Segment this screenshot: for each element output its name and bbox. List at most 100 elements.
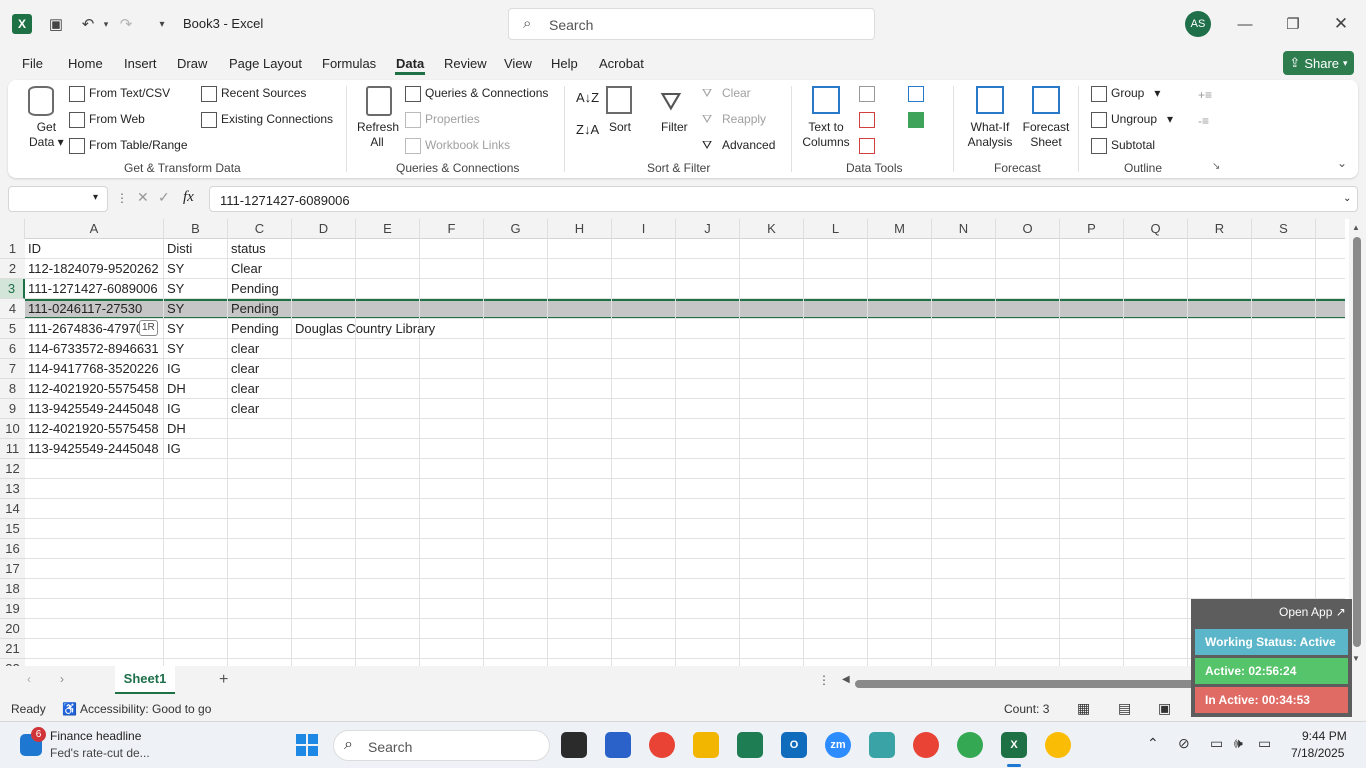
tab-page-layout[interactable]: Page Layout: [229, 56, 302, 71]
remove-duplicates-icon[interactable]: [859, 112, 875, 128]
row-header[interactable]: 2: [0, 259, 25, 279]
column-header[interactable]: S: [1252, 219, 1316, 239]
what-if-analysis-button[interactable]: What-If Analysis: [960, 120, 1020, 150]
news-subtitle[interactable]: Fed's rate-cut de...: [50, 746, 150, 760]
table-cell[interactable]: clear: [228, 399, 292, 419]
forecast-sheet-button[interactable]: Forecast Sheet: [1022, 120, 1070, 150]
row-header[interactable]: 17: [0, 559, 25, 579]
queries-connections-button[interactable]: Queries & Connections: [405, 86, 548, 102]
recent-sources-button[interactable]: Recent Sources: [201, 86, 306, 102]
enter-icon[interactable]: ✓: [158, 189, 170, 206]
row-header[interactable]: 5: [0, 319, 25, 339]
table-cell[interactable]: IG: [164, 359, 228, 379]
column-header[interactable]: M: [868, 219, 932, 239]
existing-connections-button[interactable]: Existing Connections: [201, 112, 333, 128]
row-header[interactable]: 19: [0, 599, 25, 619]
chrome-profile-icon[interactable]: [913, 732, 939, 758]
table-cell[interactable]: SY: [164, 319, 228, 339]
row-header[interactable]: 11: [0, 439, 25, 459]
chrome-profile-icon[interactable]: [1045, 732, 1071, 758]
column-header[interactable]: G: [484, 219, 548, 239]
advanced-button[interactable]: ⛛ Advanced: [702, 138, 775, 154]
tab-data[interactable]: Data: [396, 56, 424, 71]
get-data-button[interactable]: Get Data ▾: [29, 120, 64, 150]
minimize-icon[interactable]: —: [1233, 12, 1257, 36]
table-cell[interactable]: clear: [228, 339, 292, 359]
data-validation-icon[interactable]: [859, 138, 875, 154]
row-header[interactable]: 14: [0, 499, 25, 519]
tab-formulas[interactable]: Formulas: [322, 56, 376, 71]
from-web-button[interactable]: From Web: [69, 112, 145, 128]
column-header[interactable]: R: [1188, 219, 1252, 239]
table-cell[interactable]: SY: [164, 339, 228, 359]
table-cell[interactable]: Disti: [164, 239, 228, 259]
prev-sheet-icon[interactable]: ‹: [27, 672, 31, 686]
column-header[interactable]: L: [804, 219, 868, 239]
column-header[interactable]: C: [228, 219, 292, 239]
row-header[interactable]: 7: [0, 359, 25, 379]
network-icon[interactable]: ⊘: [1178, 735, 1190, 752]
tab-acrobat[interactable]: Acrobat: [599, 56, 644, 71]
row-header[interactable]: 13: [0, 479, 25, 499]
consolidate-icon[interactable]: [908, 86, 924, 102]
close-icon[interactable]: ✕: [1329, 12, 1353, 36]
subtotal-button[interactable]: Subtotal: [1091, 138, 1155, 154]
row-header[interactable]: 4: [0, 299, 25, 319]
table-cell[interactable]: SY: [164, 299, 228, 319]
column-header[interactable]: F: [420, 219, 484, 239]
table-cell[interactable]: Douglas Country Library: [292, 319, 592, 339]
add-sheet-button[interactable]: +: [219, 671, 228, 689]
avatar[interactable]: AS: [1185, 11, 1211, 37]
table-cell[interactable]: 112-4021920-5575458: [25, 419, 164, 439]
outlook-icon[interactable]: O: [781, 732, 807, 758]
windows-start-icon[interactable]: [294, 732, 320, 758]
cancel-icon[interactable]: ✕: [137, 189, 149, 206]
workbook-links-button[interactable]: Workbook Links: [405, 138, 510, 154]
normal-view-icon[interactable]: ▦: [1077, 700, 1090, 717]
reapply-button[interactable]: ⛛ Reapply: [702, 112, 766, 128]
column-header[interactable]: B: [164, 219, 228, 239]
tab-options-icon[interactable]: ⋮: [818, 673, 830, 687]
excel-taskbar-icon[interactable]: X: [1001, 732, 1027, 758]
text-to-columns-button[interactable]: Text to Columns: [802, 120, 850, 150]
column-header[interactable]: P: [1060, 219, 1124, 239]
table-cell[interactable]: 113-9425549-2445048: [25, 439, 164, 459]
sort-button[interactable]: Sort: [609, 120, 631, 134]
ungroup-button[interactable]: Ungroup ▾: [1091, 112, 1173, 128]
table-cell[interactable]: 111-1271427-6089006: [25, 279, 164, 299]
column-header[interactable]: O: [996, 219, 1060, 239]
flash-fill-icon[interactable]: [859, 86, 875, 102]
table-cell[interactable]: clear: [228, 359, 292, 379]
insert-function-icon[interactable]: fx: [183, 189, 194, 206]
next-sheet-icon[interactable]: ›: [60, 672, 64, 686]
worksheet-grid[interactable]: ABCDEFGHIJKLMNOPQRS 1 2 3 4 5 6 7 8 9 10 11 12 13 14 1…: [0, 219, 1366, 679]
table-cell[interactable]: 114-9417768-3520226: [25, 359, 164, 379]
table-cell[interactable]: Pending: [228, 299, 292, 319]
table-cell[interactable]: SY: [164, 259, 228, 279]
sort-descending-icon[interactable]: Z↓A: [576, 122, 599, 137]
tab-home[interactable]: Home: [68, 56, 103, 71]
dialog-launcher-icon[interactable]: ↘: [1212, 161, 1220, 172]
clock-date[interactable]: 7/18/2025: [1291, 746, 1344, 760]
column-header[interactable]: I: [612, 219, 676, 239]
table-cell[interactable]: 112-4021920-5575458: [25, 379, 164, 399]
tab-help[interactable]: Help: [551, 56, 578, 71]
sheet-tab[interactable]: Sheet1: [115, 666, 175, 694]
show-detail-icon[interactable]: +≡: [1198, 88, 1212, 102]
table-cell[interactable]: SY: [164, 279, 228, 299]
group-button[interactable]: Group ▾: [1091, 86, 1160, 102]
from-text-csv-button[interactable]: From Text/CSV: [69, 86, 170, 102]
chrome-icon[interactable]: [649, 732, 675, 758]
table-cell[interactable]: ID: [25, 239, 164, 259]
row-header[interactable]: 1: [0, 239, 25, 259]
sort-ascending-icon[interactable]: A↓Z: [576, 90, 599, 105]
page-break-view-icon[interactable]: ▣: [1158, 700, 1171, 717]
chrome-profile-icon[interactable]: [957, 732, 983, 758]
table-cell[interactable]: DH: [164, 379, 228, 399]
table-cell[interactable]: DH: [164, 419, 228, 439]
table-cell[interactable]: 111-0246117-27530: [25, 299, 164, 319]
row-header[interactable]: 18: [0, 579, 25, 599]
refresh-all-button[interactable]: Refresh All: [357, 120, 399, 150]
volume-icon[interactable]: 🕪: [1234, 735, 1243, 752]
expand-formula-icon[interactable]: ⌄: [1343, 193, 1351, 204]
